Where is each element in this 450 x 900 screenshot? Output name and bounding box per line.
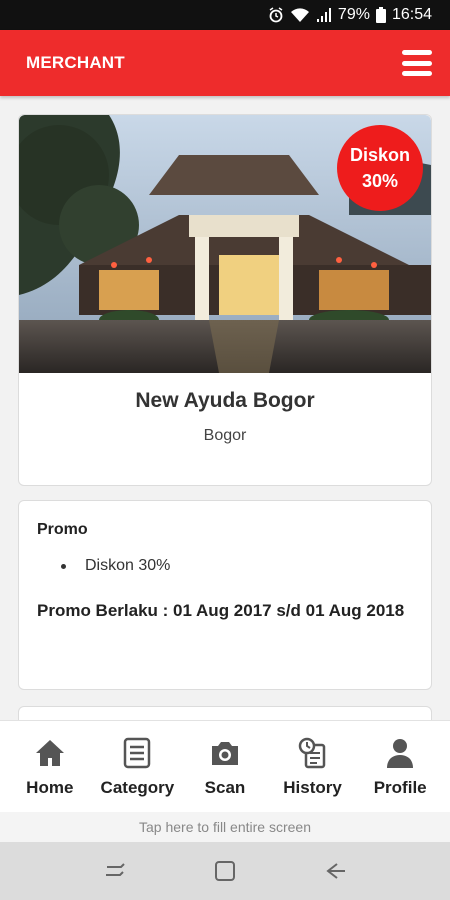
- nav-label: Profile: [373, 777, 427, 797]
- discount-badge: Diskon 30%: [337, 125, 423, 211]
- nav-label: Category: [100, 777, 175, 797]
- app-header: MERCHANT: [0, 30, 450, 96]
- promo-heading: Promo: [37, 521, 88, 538]
- bottom-nav: Home Category Scan History Profile: [0, 720, 450, 812]
- nav-profile[interactable]: Profile: [360, 736, 440, 798]
- content-scroll[interactable]: Diskon 30% New Ayuda Bogor Bogor Promo D…: [0, 96, 450, 720]
- alarm-icon: [268, 7, 284, 23]
- system-nav: [0, 842, 450, 900]
- merchant-city: Bogor: [203, 427, 247, 444]
- promo-list: Diskon 30%: [37, 557, 413, 575]
- status-bar: 79% 16:54: [0, 0, 450, 30]
- fill-screen-hint[interactable]: Tap here to fill entire screen: [0, 812, 450, 842]
- signal-icon: [316, 7, 332, 23]
- page-title: MERCHANT: [26, 53, 125, 72]
- nav-label: Home: [26, 777, 74, 797]
- menu-icon[interactable]: [402, 50, 432, 76]
- nav-label: Scan: [204, 777, 246, 797]
- nav-home[interactable]: Home: [10, 736, 90, 798]
- list-item: Diskon 30%: [61, 557, 413, 575]
- profile-icon: [383, 736, 417, 770]
- merchant-card[interactable]: Diskon 30% New Ayuda Bogor Bogor: [18, 114, 432, 486]
- nav-history[interactable]: History: [273, 736, 353, 798]
- badge-line-1: Diskon: [349, 145, 410, 165]
- promo-validity: Promo Berlaku : 01 Aug 2017 s/d 01 Aug 2…: [37, 601, 405, 620]
- wifi-icon: [290, 7, 310, 23]
- history-icon: [296, 736, 330, 770]
- clock: 16:54: [391, 6, 432, 23]
- promo-card: Promo Diskon 30% Promo Berlaku : 01 Aug …: [18, 500, 432, 690]
- category-icon: [120, 736, 154, 770]
- nav-scan[interactable]: Scan: [185, 736, 265, 798]
- merchant-name: New Ayuda Bogor: [135, 389, 315, 412]
- back-icon[interactable]: [315, 851, 355, 891]
- recent-apps-icon[interactable]: [95, 851, 135, 891]
- battery-percent: 79%: [337, 6, 370, 23]
- battery-icon: [375, 7, 386, 23]
- nav-category[interactable]: Category: [97, 736, 177, 798]
- home-icon: [33, 736, 67, 770]
- home-button-icon[interactable]: [205, 851, 245, 891]
- camera-icon: [208, 736, 242, 770]
- nav-label: History: [283, 777, 342, 797]
- next-card: [18, 706, 432, 720]
- badge-line-2: 30%: [361, 171, 399, 191]
